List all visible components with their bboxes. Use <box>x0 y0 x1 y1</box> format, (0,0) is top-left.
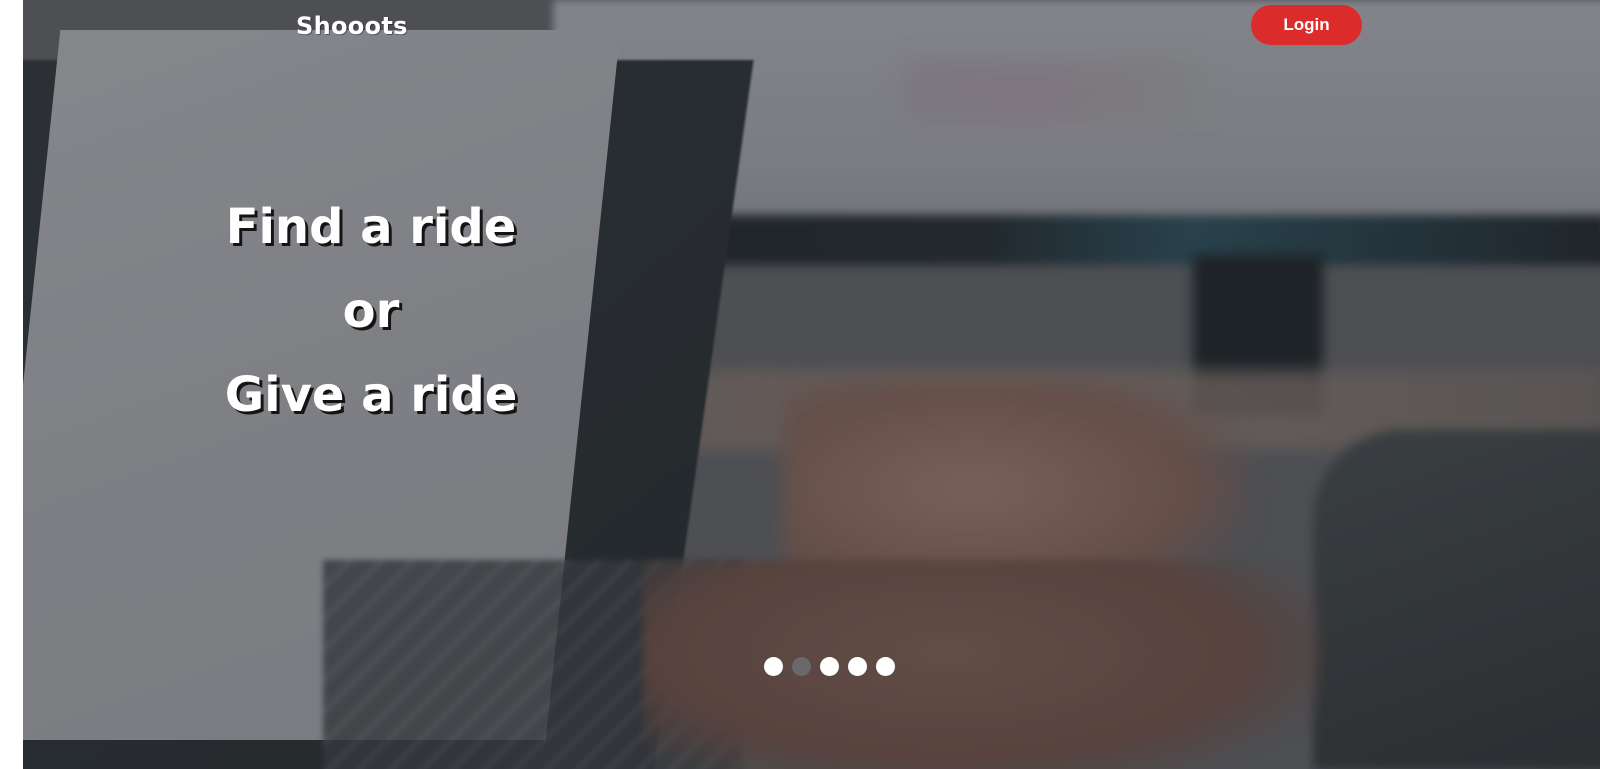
carousel-dot[interactable] <box>848 657 867 676</box>
carousel-dot[interactable] <box>764 657 783 676</box>
login-button[interactable]: Login <box>1251 5 1362 45</box>
carousel-indicators <box>764 657 895 677</box>
tagline-line-3: Give a ride <box>224 367 518 423</box>
hero-section: Shooots Login Find a ride or Give a ride <box>23 0 1600 769</box>
carousel-dot[interactable] <box>820 657 839 676</box>
page: Shooots Login Find a ride or Give a ride <box>0 0 1600 769</box>
navbar: Shooots Login <box>23 0 1600 58</box>
tagline-line-1: Find a ride <box>225 199 517 255</box>
carousel-dot[interactable] <box>792 657 811 676</box>
brand-logo[interactable]: Shooots <box>296 12 408 40</box>
hero-tagline: Find a ride or Give a ride <box>221 185 521 437</box>
carousel-dot[interactable] <box>876 657 895 676</box>
tagline-line-2: or <box>342 283 400 339</box>
